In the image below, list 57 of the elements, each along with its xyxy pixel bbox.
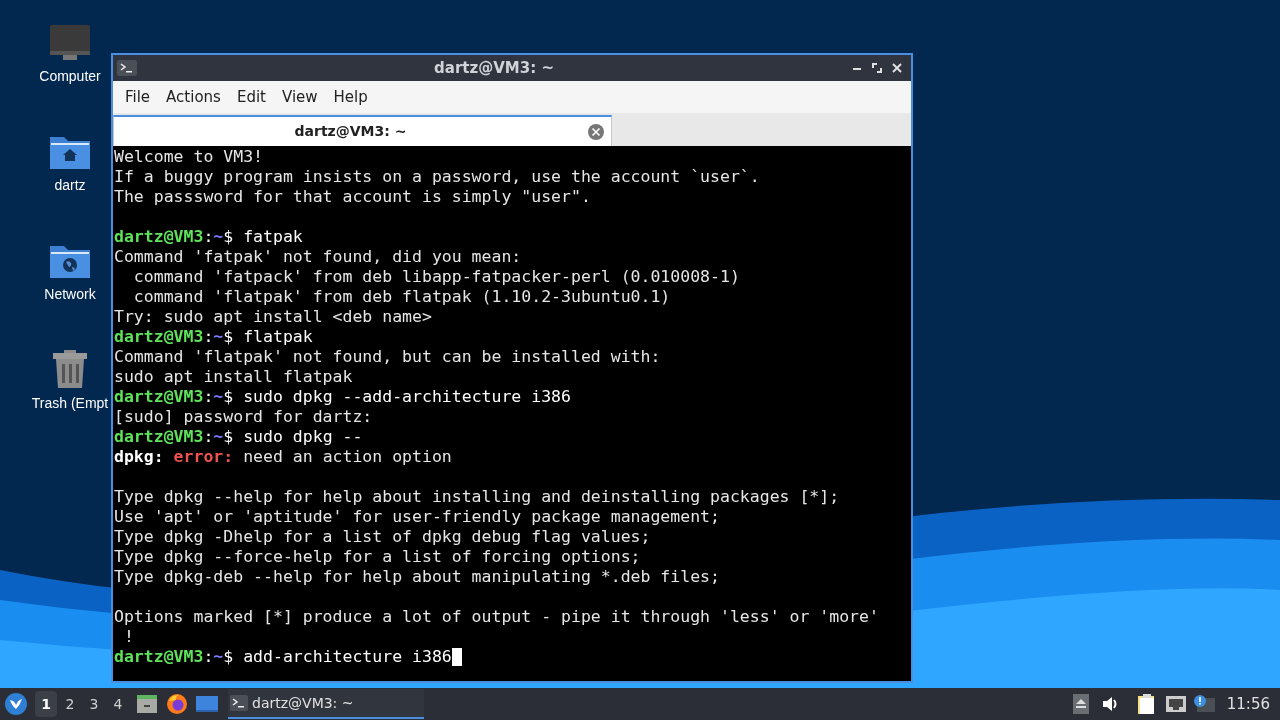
trash-icon xyxy=(51,349,89,389)
close-icon[interactable] xyxy=(891,62,903,74)
desktop-icon-label[interactable]: dartz xyxy=(54,175,86,196)
computer-icon xyxy=(49,24,91,62)
volume-icon[interactable] xyxy=(1100,695,1119,713)
terminal-line: Command 'fatpak' not found, did you mean: xyxy=(114,245,522,268)
desktop-icon-label[interactable]: Network xyxy=(44,284,96,305)
desktop-icon-label[interactable]: Computer xyxy=(39,66,101,87)
taskbar-window-button[interactable]: dartz@VM3: ~ xyxy=(228,689,424,719)
menu-item[interactable]: File xyxy=(117,85,159,109)
clock[interactable]: 11:56 xyxy=(1226,692,1270,716)
terminal-line: Command 'flatpak' not found, but can be installed with: xyxy=(114,345,661,368)
terminal-line: Type dpkg --help for help about installing and deinstalling packages [*]; xyxy=(114,485,840,508)
workspace-button[interactable]: 3 xyxy=(83,691,105,717)
menu-item[interactable]: View xyxy=(273,85,326,109)
maximize-icon[interactable] xyxy=(871,62,883,74)
terminal-line: command 'flatpak' from deb flatpak (1.10.2-3ubuntu0.1) xyxy=(132,285,671,308)
terminal-icon xyxy=(230,695,248,711)
network-port-icon[interactable] xyxy=(1164,695,1187,713)
terminal-line: dartz@VM3:~$ fatpak xyxy=(114,225,303,248)
terminal-line: [sudo] password for dartz: xyxy=(114,405,373,428)
terminal-line: Use 'apt' or 'aptitude' for user-friendly package management; xyxy=(114,505,720,528)
window-title: dartz@VM3: ~ xyxy=(433,57,555,79)
terminal-line: ! xyxy=(122,625,134,648)
terminal-line: command 'fatpack' from deb libapp-fatpacker-perl (0.010008-1) xyxy=(132,265,740,288)
terminal-line: Type dpkg-deb --help for help about manipulating *.deb files; xyxy=(114,565,720,588)
terminal-line: dartz@VM3:~$ add-architecture i386 xyxy=(114,645,452,668)
start-menu-icon[interactable] xyxy=(4,692,28,716)
clipboard-icon[interactable] xyxy=(1136,693,1157,715)
terminal-output[interactable] xyxy=(113,146,911,681)
terminal-tab[interactable]: dartz@VM3: ~ xyxy=(113,115,612,146)
terminal-line: Options marked [*] produce a lot of output - pipe it through 'less' or 'more' xyxy=(114,605,879,628)
terminal-line: If a buggy program insists on a password, use the account `user`. xyxy=(114,165,760,188)
terminal-line: sudo apt install flatpak xyxy=(114,365,353,388)
notification-icon[interactable] xyxy=(1192,694,1215,714)
file-cabinet-icon[interactable] xyxy=(136,694,158,714)
terminal-line: Type dpkg -Dhelp for a list of dpkg debug flag values; xyxy=(114,525,651,548)
desktop-icon-label[interactable]: Trash (Empt xyxy=(31,393,109,414)
show-desktop-icon[interactable] xyxy=(196,695,218,713)
terminal-line: Welcome to VM3! xyxy=(114,146,263,168)
terminal-line: dartz@VM3:~$ flatpak xyxy=(114,325,313,348)
workspace-button[interactable]: 1 xyxy=(35,691,57,717)
terminal-line: dpkg: error: need an action option xyxy=(114,445,452,468)
terminal-icon xyxy=(117,60,137,76)
menu-item[interactable]: Edit xyxy=(228,85,274,109)
terminal-line: Type dpkg --force-help for a list of forcing options; xyxy=(114,545,641,568)
menu-item[interactable]: Help xyxy=(325,85,376,109)
terminal-line: dartz@VM3:~$ sudo dpkg -- xyxy=(114,425,363,448)
workspace-button[interactable]: 4 xyxy=(107,691,129,717)
terminal-line: The passsword for that account is simply "user". xyxy=(114,185,591,208)
browser-icon[interactable] xyxy=(166,693,188,715)
menu-item[interactable]: Actions xyxy=(158,85,229,109)
eject-icon[interactable] xyxy=(1072,694,1089,714)
terminal-line: Try: sudo apt install <deb name> xyxy=(114,305,432,328)
terminal-line: dartz@VM3:~$ sudo dpkg --add-architecture i386 xyxy=(114,385,571,408)
workspace-button[interactable]: 2 xyxy=(59,691,81,717)
close-tab-icon[interactable] xyxy=(587,122,605,141)
